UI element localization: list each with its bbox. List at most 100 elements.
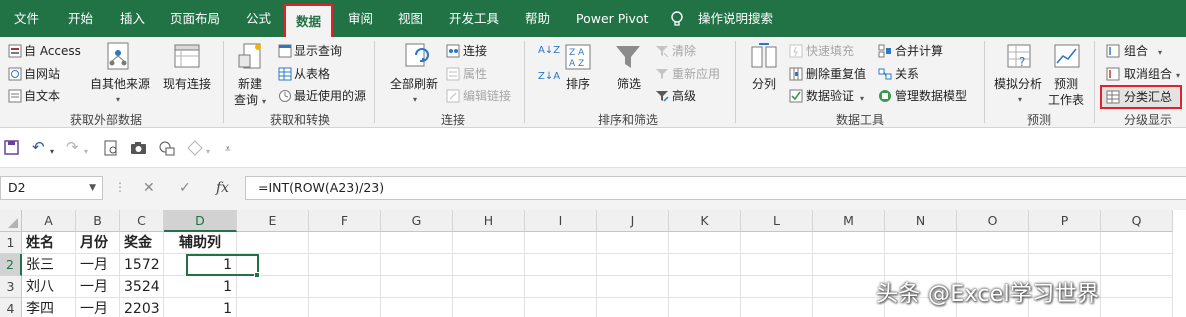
connections-button[interactable]: 连接 (463, 44, 487, 58)
column-header-h[interactable]: H (453, 210, 525, 232)
cell-j4[interactable] (597, 298, 669, 317)
cell-a3[interactable]: 刘八 (22, 276, 76, 298)
remove-duplicates-button[interactable]: 删除重复值 (806, 67, 866, 81)
cell-o1[interactable] (957, 232, 1029, 254)
cell-f4[interactable] (309, 298, 381, 317)
cell-j2[interactable] (597, 254, 669, 276)
cell-k1[interactable] (669, 232, 741, 254)
tab-home[interactable]: 开始 (66, 0, 95, 37)
cell-c4[interactable]: 2203 (120, 298, 164, 317)
cell-n2[interactable] (885, 254, 957, 276)
cell-o2[interactable] (957, 254, 1029, 276)
clear-button[interactable]: 清除 (672, 44, 696, 58)
column-header-c[interactable]: C (120, 210, 164, 232)
reapply-button[interactable]: 重新应用 (672, 67, 720, 81)
sort-descending-button[interactable]: Z↓A (538, 71, 560, 82)
formula-input[interactable]: =INT(ROW(A23)/23) (245, 176, 1186, 200)
tab-file[interactable]: 文件 (12, 0, 41, 37)
column-header-m[interactable]: M (813, 210, 885, 232)
subtotal-button[interactable]: 分类汇总 (1124, 90, 1172, 104)
column-header-d[interactable]: D (164, 210, 237, 232)
save-icon[interactable] (4, 140, 19, 155)
chevron-down-icon[interactable]: ▾ (84, 143, 88, 161)
cell-a2[interactable]: 张三 (22, 254, 76, 276)
sort-button[interactable]: 排序 (566, 77, 590, 91)
column-header-j[interactable]: J (597, 210, 669, 232)
from-text-button[interactable]: 自文本 (24, 89, 60, 103)
group-button[interactable]: 组合 (1124, 44, 1148, 58)
row-header-4[interactable]: 4 (0, 298, 22, 317)
cell-l4[interactable] (741, 298, 813, 317)
cell-h2[interactable] (453, 254, 525, 276)
cell-h3[interactable] (453, 276, 525, 298)
from-access-button[interactable]: 自 Access (24, 44, 81, 58)
chevron-down-icon[interactable]: ▾ (50, 143, 54, 161)
cell-n1[interactable] (885, 232, 957, 254)
cell-p2[interactable] (1029, 254, 1101, 276)
relationships-button[interactable]: 关系 (895, 67, 919, 81)
cell-b2[interactable]: 一月 (76, 254, 120, 276)
tab-data[interactable]: 数据 (284, 4, 334, 37)
column-header-k[interactable]: K (669, 210, 741, 232)
column-header-g[interactable]: G (381, 210, 453, 232)
recent-sources-button[interactable]: 最近使用的源 (294, 89, 366, 103)
format-painter-icon[interactable] (187, 140, 205, 156)
select-all-button[interactable] (0, 210, 22, 232)
edit-links-button[interactable]: 编辑链接 (463, 89, 511, 103)
cell-g4[interactable] (381, 298, 453, 317)
cell-f3[interactable] (309, 276, 381, 298)
column-header-o[interactable]: O (957, 210, 1029, 232)
column-header-q[interactable]: Q (1101, 210, 1173, 232)
cell-m1[interactable] (813, 232, 885, 254)
consolidate-button[interactable]: 合并计算 (895, 44, 943, 58)
tab-developer[interactable]: 开发工具 (447, 0, 501, 37)
cell-k3[interactable] (669, 276, 741, 298)
name-box[interactable]: D2 ▼ (0, 176, 103, 200)
fill-handle[interactable] (254, 272, 260, 278)
column-header-e[interactable]: E (237, 210, 309, 232)
filter-button[interactable]: 筛选 (617, 77, 641, 91)
insert-function-icon[interactable]: fx (216, 179, 229, 197)
ungroup-button[interactable]: 取消组合 (1124, 67, 1172, 81)
undo-icon[interactable]: ↶ (32, 138, 45, 156)
tab-help[interactable]: 帮助 (523, 0, 552, 37)
text-to-columns-button[interactable]: 分列 (752, 77, 776, 91)
sort-ascending-button[interactable]: A↓Z (538, 45, 560, 56)
cancel-icon[interactable]: ✕ (143, 179, 155, 197)
column-header-f[interactable]: F (309, 210, 381, 232)
cell-b1[interactable]: 月份 (76, 232, 120, 254)
redo-icon[interactable]: ↷ (66, 138, 79, 156)
manage-data-model-button[interactable]: 管理数据模型 (895, 89, 967, 103)
tab-view[interactable]: 视图 (396, 0, 425, 37)
advanced-button[interactable]: 高级 (672, 89, 696, 103)
cell-q4[interactable] (1101, 298, 1173, 317)
show-queries-button[interactable]: 显示查询 (294, 44, 342, 58)
from-other-sources-button[interactable]: 自其他来源 (90, 77, 150, 91)
cell-b3[interactable]: 一月 (76, 276, 120, 298)
column-header-a[interactable]: A (22, 210, 76, 232)
row-header-2[interactable]: 2 (0, 254, 22, 276)
column-header-l[interactable]: L (741, 210, 813, 232)
cell-g2[interactable] (381, 254, 453, 276)
cell-d4[interactable]: 1 (164, 298, 237, 317)
cell-m4[interactable] (813, 298, 885, 317)
cell-e1[interactable] (237, 232, 309, 254)
cell-d1[interactable]: 辅助列 (164, 232, 237, 254)
cell-b4[interactable]: 一月 (76, 298, 120, 317)
print-preview-icon[interactable] (104, 140, 119, 156)
column-header-p[interactable]: P (1029, 210, 1101, 232)
customize-toolbar-icon[interactable]: ⩡ (225, 141, 231, 159)
cell-g1[interactable] (381, 232, 453, 254)
cell-l2[interactable] (741, 254, 813, 276)
cell-a4[interactable]: 李四 (22, 298, 76, 317)
cell-h1[interactable] (453, 232, 525, 254)
chevron-down-icon[interactable]: ▾ (206, 143, 210, 161)
cell-l1[interactable] (741, 232, 813, 254)
cell-l3[interactable] (741, 276, 813, 298)
cell-g3[interactable] (381, 276, 453, 298)
tab-power-pivot[interactable]: Power Pivot (574, 0, 650, 37)
cell-q3[interactable] (1101, 276, 1173, 298)
cell-i2[interactable] (525, 254, 597, 276)
cell-j1[interactable] (597, 232, 669, 254)
cell-m3[interactable] (813, 276, 885, 298)
